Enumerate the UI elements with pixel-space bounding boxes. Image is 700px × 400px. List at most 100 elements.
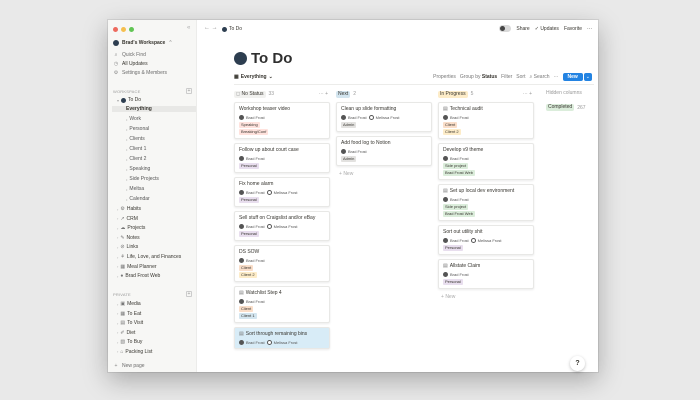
sidebar-item-todo[interactable]: ▾ To Do — [117, 97, 141, 103]
sidebar-item-everything[interactable]: Everything — [112, 106, 196, 112]
column-actions-button[interactable]: ··· + — [523, 91, 532, 97]
view-more-button[interactable]: ··· — [554, 74, 559, 80]
more-options-button[interactable]: ··· — [587, 26, 592, 32]
board-card[interactable]: Sort out utility shit Brad Frost Melissa F… — [438, 225, 534, 255]
sort-button[interactable]: Sort — [516, 74, 525, 80]
board-card[interactable]: Fix home alarm Brad Frost Melissa Frost Per… — [234, 177, 330, 207]
board-card[interactable]: ▤ Watchlist Step 4 Brad Frost Client Client … — [234, 286, 330, 323]
page-header: To Do — [234, 50, 292, 67]
board-card[interactable]: Add food log to Notion Brad Frost Admin — [336, 136, 432, 166]
page-icon: ☁ — [120, 225, 126, 232]
maximize-window-button[interactable] — [129, 27, 134, 32]
sidebar-item-speaking[interactable]: • Speaking — [126, 166, 150, 172]
sidebar-item-crm[interactable]: › ↗ CRM — [117, 216, 138, 222]
board-card[interactable]: Sell stuff on Craigslist and/or eBay Brad… — [234, 211, 330, 241]
filter-button[interactable]: Filter — [501, 74, 512, 80]
breadcrumb[interactable]: To Do — [222, 26, 242, 32]
view-selector[interactable]: ▦ Everything ⌄ — [234, 74, 273, 80]
todo-icon — [121, 97, 127, 103]
sidebar-item-habits[interactable]: › ⚙ Habits — [117, 206, 141, 212]
person-name: Brad Frost — [246, 224, 265, 229]
sidebar-item-calendar[interactable]: • Calendar — [126, 196, 150, 202]
settings-members[interactable]: ⚙ Settings & Members — [113, 70, 167, 76]
column-actions-button[interactable]: ··· + — [319, 91, 328, 97]
sidebar-item-client-2[interactable]: • Client 2 — [126, 156, 146, 162]
sidebar-item-work[interactable]: • Work — [126, 116, 141, 122]
sidebar-item-life-love-and-finances[interactable]: › ⚘ Life, Love, and Finances — [117, 254, 181, 260]
sidebar-item-links[interactable]: › ⊘ Links — [117, 244, 138, 250]
new-card-button[interactable]: + New — [441, 294, 534, 300]
sidebar-item-side-projects[interactable]: • Side Projects — [126, 176, 159, 182]
favorite-button[interactable]: Favorite — [564, 26, 582, 32]
board-card[interactable]: Follow up about court case Brad Frost Pers… — [234, 143, 330, 173]
sidebar-item-packing-list[interactable]: › ⌂ Packing List — [117, 349, 152, 355]
quick-find[interactable]: ⌕ Quick Find — [113, 52, 146, 58]
hidden-column-item[interactable]: Completed 267 — [546, 104, 596, 111]
page-icon-large[interactable] — [234, 52, 247, 65]
workspace-switcher[interactable]: Brad's Workspace ⌃ — [113, 40, 173, 46]
search-button[interactable]: ⌕ Search — [529, 74, 549, 80]
sidebar-item-to-buy[interactable]: › ▧ To Buy — [117, 339, 142, 345]
updates-button[interactable]: ✓ Updates — [535, 26, 559, 32]
chevron-right-icon: › — [117, 349, 119, 354]
share-button[interactable]: Share — [516, 26, 529, 32]
sidebar-item-meltsa[interactable]: • Meltsa — [126, 186, 144, 192]
board-card[interactable]: ▤ Allstate Claim Brad Frost Personal — [438, 259, 534, 289]
board-card[interactable]: ▤ Technical audit Brad Frost Client Client 2 — [438, 102, 534, 139]
chevron-right-icon: › — [117, 320, 119, 326]
board-card[interactable]: DS SOW Brad Frost Client Client 2 — [234, 245, 330, 282]
sidebar-item-label: Personal — [129, 126, 150, 132]
board-card[interactable]: ▤ Set up local dev environment Brad Frost S… — [438, 184, 534, 221]
sidebar-item-projects[interactable]: › ☁ Projects — [117, 225, 145, 231]
properties-button[interactable]: Properties — [433, 74, 456, 80]
topbar: ← → To Do Share ✓ Updates Favorite ··· — [198, 20, 598, 38]
bullet-icon: • — [126, 126, 128, 132]
sidebar-item-brad-frost-web[interactable]: › ● Brad Frost Web — [117, 273, 160, 279]
column-header[interactable]: ◻ No Status 33 ··· + — [234, 90, 330, 98]
board-card[interactable]: Clean up slide formatting Brad Frost Melis… — [336, 102, 432, 132]
avatar[interactable] — [499, 25, 512, 32]
sidebar-item-media[interactable]: › ▣ Media — [117, 301, 141, 307]
sidebar-item-notes[interactable]: › ✎ Notes — [117, 235, 140, 241]
new-dropdown-icon[interactable]: ⌄ — [583, 73, 592, 81]
column-header[interactable]: Next 2 — [336, 90, 432, 98]
sidebar-item-diet[interactable]: › ✐ Diet — [117, 330, 135, 336]
board-card[interactable]: ▤ Sort through remaining bins Brad Frost Me… — [234, 327, 330, 349]
card-tags: Speaking Breaking/Conf — [239, 122, 326, 135]
avatar — [443, 115, 448, 120]
person-name: Brad Frost — [246, 340, 265, 345]
sidebar-item-personal[interactable]: • Personal — [126, 126, 149, 132]
new-page-label: New page — [122, 363, 145, 369]
collapse-sidebar-icon[interactable]: « — [187, 25, 190, 31]
sidebar-item-to-visit[interactable]: › ▤ To Visit — [117, 320, 143, 326]
column-header[interactable]: In Progress 5 ··· + — [438, 90, 534, 98]
view-name: Everything — [240, 74, 267, 80]
page-icon: ⚙ — [120, 206, 125, 212]
all-updates[interactable]: ◷ All Updates — [113, 61, 148, 67]
back-arrow-icon[interactable]: ← — [204, 25, 210, 31]
new-button[interactable]: New — [562, 73, 583, 81]
help-button[interactable]: ? — [570, 356, 585, 371]
sidebar-item-client-1[interactable]: • Client 1 — [126, 146, 146, 152]
page-icon: ▦ — [120, 310, 126, 317]
group-by-button[interactable]: Group by Status — [460, 74, 497, 80]
document-icon: ▤ — [443, 106, 448, 112]
add-private-page-button[interactable]: + — [186, 291, 192, 297]
sidebar-item-to-eat[interactable]: › ▦ To Eat — [117, 311, 141, 317]
column-count: 267 — [577, 104, 586, 111]
board-card[interactable]: Workshop teaser video Brad Frost Speaking B… — [234, 102, 330, 139]
sidebar-item-meal-planner[interactable]: › ▦ Meal Planner — [117, 264, 157, 270]
new-card-button[interactable]: + New — [339, 171, 432, 177]
sidebar-item-clients[interactable]: • Clients — [126, 136, 145, 142]
board-card[interactable]: Develop v9 theme Brad Frost Side project Br… — [438, 143, 534, 180]
minimize-window-button[interactable] — [121, 27, 126, 32]
close-window-button[interactable] — [113, 27, 118, 32]
gear-icon: ⚙ — [113, 70, 119, 76]
card-tags: Admin — [341, 122, 428, 128]
add-workspace-page-button[interactable]: + — [186, 88, 192, 94]
sidebar: « Brad's Workspace ⌃ ⌕ Quick Find ◷ All … — [108, 20, 197, 372]
new-page-button[interactable]: + New page — [113, 363, 145, 369]
page-title[interactable]: To Do — [251, 50, 292, 67]
forward-arrow-icon[interactable]: → — [212, 25, 218, 31]
new-card-label: New — [343, 171, 354, 177]
